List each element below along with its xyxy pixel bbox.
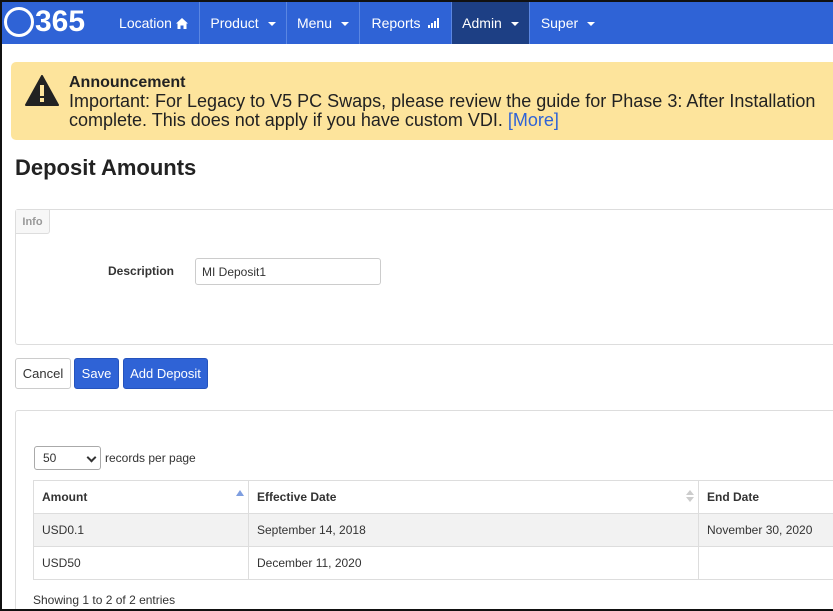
nav-reports-label: Reports (371, 15, 421, 31)
app-window: 365 Location Product Menu Reports Admin (0, 0, 833, 611)
column-header-effective-date[interactable]: Effective Date (248, 480, 699, 514)
chevron-down-icon (341, 22, 350, 26)
nav-product[interactable]: Product (200, 2, 287, 44)
nav-location[interactable]: Location (108, 2, 200, 44)
description-label: Description (108, 264, 175, 278)
sort-ascending-icon (236, 490, 244, 496)
warning-icon (25, 75, 59, 106)
page-length-label: records per page (105, 451, 196, 465)
nav-menu[interactable]: Menu (287, 2, 360, 44)
cancel-button[interactable]: Cancel (15, 358, 71, 389)
info-panel: Info Description (15, 209, 833, 345)
announcement-text-line2: complete. This does not apply if you hav… (69, 110, 559, 131)
nav-admin-label: Admin (462, 15, 502, 31)
chevron-down-icon (510, 22, 519, 26)
table-header-row: Amount Effective Date End Date (33, 480, 833, 514)
add-deposit-button[interactable]: Add Deposit (123, 358, 208, 389)
page-length-select[interactable]: 50 (34, 446, 101, 470)
announcement-text-line2-body: complete. This does not apply if you hav… (69, 110, 503, 130)
nav-super-label: Super (540, 15, 579, 31)
app-logo[interactable]: 365 (4, 4, 85, 40)
logo-ring-icon (4, 7, 34, 37)
cell-effective-date: September 14, 2018 (248, 513, 699, 547)
chevron-down-icon (587, 22, 596, 26)
info-tab: Info (16, 210, 50, 234)
page-length-value: 50 (43, 451, 57, 465)
nav-product-label: Product (210, 15, 259, 31)
column-header-end-date-label: End Date (707, 490, 760, 504)
deposits-table-panel: 50 records per page Amount Effective Dat… (15, 410, 833, 609)
cell-amount: USD50 (33, 546, 249, 580)
cell-effective-date: December 11, 2020 (248, 546, 699, 580)
save-button[interactable]: Save (74, 358, 119, 389)
sort-icon (686, 490, 694, 504)
cell-end-date: November 30, 2020 (698, 513, 833, 547)
nav-location-label: Location (119, 15, 172, 31)
column-header-amount-label: Amount (42, 490, 88, 504)
nav-super[interactable]: Super (530, 2, 606, 44)
column-header-effective-date-label: Effective Date (257, 490, 337, 504)
logo-text: 365 (35, 5, 86, 38)
nav-reports[interactable]: Reports (360, 2, 452, 44)
announcement-more-link[interactable]: [More] (508, 110, 559, 130)
page-title: Deposit Amounts (15, 155, 197, 180)
table-info: Showing 1 to 2 of 2 entries (33, 593, 176, 607)
signal-bars-icon (427, 18, 440, 28)
home-icon (175, 17, 188, 29)
cell-amount: USD0.1 (33, 513, 249, 547)
deposits-table: Amount Effective Date End Date USD0.1 Se… (33, 480, 833, 580)
cell-end-date (698, 546, 833, 580)
chevron-down-icon (86, 452, 97, 463)
top-navbar: 365 Location Product Menu Reports Admin (2, 2, 833, 44)
announcement-banner: Announcement Important: For Legacy to V5… (11, 62, 833, 140)
chevron-down-icon (267, 22, 276, 26)
table-row[interactable]: USD0.1 September 14, 2018 November 30, 2… (33, 513, 833, 547)
column-header-end-date[interactable]: End Date (698, 480, 833, 514)
nav-menu-label: Menu (296, 15, 333, 31)
announcement-text-line1: Important: For Legacy to V5 PC Swaps, pl… (69, 91, 816, 111)
announcement-title: Announcement (69, 74, 186, 91)
table-row[interactable]: USD50 December 11, 2020 (33, 546, 833, 580)
nav-admin[interactable]: Admin (452, 2, 530, 44)
column-header-amount[interactable]: Amount (33, 480, 249, 514)
description-input[interactable] (195, 258, 381, 285)
